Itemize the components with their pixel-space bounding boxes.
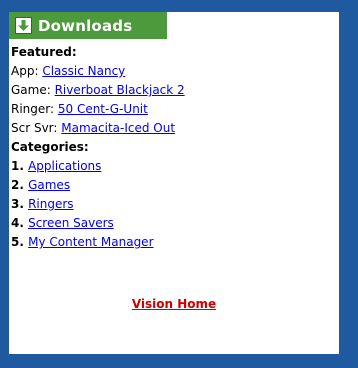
category-link-ringers[interactable]: Ringers bbox=[28, 197, 73, 211]
category-item: 1. Applications bbox=[11, 157, 185, 176]
phone-screen: Downloads Featured: App: Classic Nancy G… bbox=[9, 12, 339, 354]
featured-label: Scr Svr: bbox=[11, 121, 62, 135]
categories-heading: Categories: bbox=[11, 140, 89, 154]
featured-item-screensaver: Scr Svr: Mamacita-Iced Out bbox=[11, 119, 185, 138]
content-area: Featured: App: Classic Nancy Game: River… bbox=[11, 43, 185, 252]
category-number: 3. bbox=[11, 197, 29, 211]
featured-link-app[interactable]: Classic Nancy bbox=[42, 64, 125, 78]
category-number: 2. bbox=[11, 178, 29, 192]
featured-heading: Featured: bbox=[11, 45, 77, 59]
category-item: 3. Ringers bbox=[11, 195, 185, 214]
download-arrow-icon bbox=[15, 17, 32, 34]
category-link-applications[interactable]: Applications bbox=[28, 159, 101, 173]
featured-label: Game: bbox=[11, 83, 55, 97]
featured-label: Ringer: bbox=[11, 102, 58, 116]
featured-item-game: Game: Riverboat Blackjack 2 bbox=[11, 81, 185, 100]
featured-link-screensaver[interactable]: Mamacita-Iced Out bbox=[61, 121, 175, 135]
featured-item-ringer: Ringer: 50 Cent-G-Unit bbox=[11, 100, 185, 119]
footer: Vision Home bbox=[9, 297, 339, 311]
category-item: 5. My Content Manager bbox=[11, 233, 185, 252]
category-item: 4. Screen Savers bbox=[11, 214, 185, 233]
category-link-content-manager[interactable]: My Content Manager bbox=[28, 235, 153, 249]
header-title: Downloads bbox=[38, 16, 133, 35]
category-link-games[interactable]: Games bbox=[28, 178, 70, 192]
featured-item-app: App: Classic Nancy bbox=[11, 62, 185, 81]
featured-link-ringer[interactable]: 50 Cent-G-Unit bbox=[58, 102, 148, 116]
vision-home-link[interactable]: Vision Home bbox=[132, 297, 216, 311]
category-number: 1. bbox=[11, 159, 29, 173]
category-item: 2. Games bbox=[11, 176, 185, 195]
category-number: 4. bbox=[11, 216, 29, 230]
featured-label: App: bbox=[11, 64, 43, 78]
featured-link-game[interactable]: Riverboat Blackjack 2 bbox=[55, 83, 185, 97]
category-number: 5. bbox=[11, 235, 29, 249]
category-link-screen-savers[interactable]: Screen Savers bbox=[28, 216, 114, 230]
downloads-header: Downloads bbox=[9, 12, 167, 39]
